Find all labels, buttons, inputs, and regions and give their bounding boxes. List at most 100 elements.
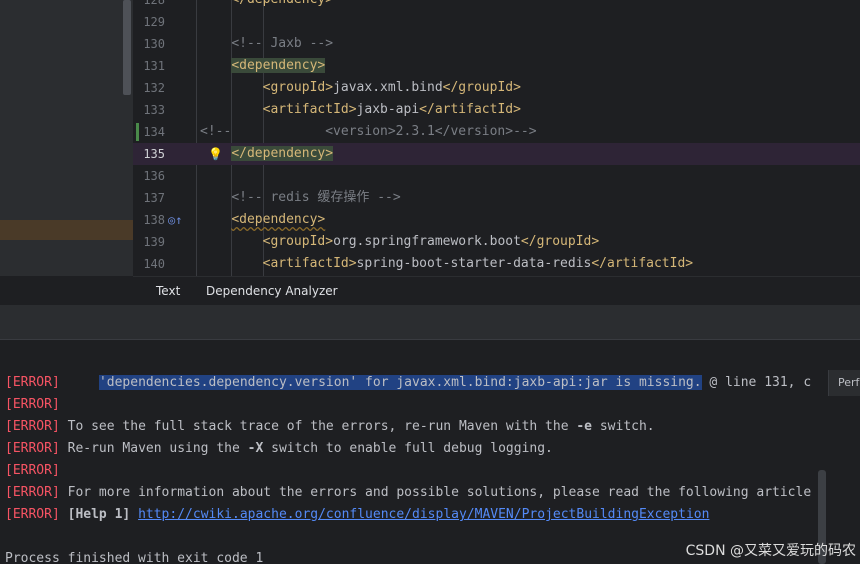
console-text: -e <box>576 419 593 434</box>
editor-bottom-tabs: Text Dependency Analyzer <box>133 276 860 307</box>
tab-text[interactable]: Text <box>144 277 193 307</box>
console-line: [ERROR] 'dependencies.dependency.version… <box>5 372 811 394</box>
code-text: <!-- <version>2.3.1</version>--> <box>200 121 537 143</box>
run-console-output[interactable]: [ERROR] 'dependencies.dependency.version… <box>0 340 860 564</box>
code-line[interactable]: 138 ◎↑ <dependency> <box>133 209 860 231</box>
tab-dependency-analyzer[interactable]: Dependency Analyzer <box>194 277 350 305</box>
error-tag: [ERROR] <box>5 507 60 522</box>
code-text: <artifactId>jaxb-api</artifactId> <box>200 99 521 121</box>
console-text: [Help 1] <box>67 507 131 522</box>
console-text: For more information about the errors an… <box>59 485 812 500</box>
error-tag: [ERROR] <box>5 463 60 478</box>
line-number: 133 <box>143 103 165 117</box>
code-token: <artifactId> <box>262 256 357 271</box>
code-line[interactable]: 131 <dependency> <box>133 55 860 77</box>
error-tag: [ERROR] <box>5 419 60 434</box>
console-line: [ERROR] <box>5 394 60 416</box>
line-number: 129 <box>143 15 165 29</box>
code-token: <groupId> <box>262 80 334 95</box>
code-line[interactable]: 140 <artifactId>spring-boot-starter-data… <box>133 253 860 275</box>
console-text: @ line 131, c <box>701 375 812 390</box>
line-number: 139 <box>143 235 165 249</box>
tool-window-header <box>0 305 860 340</box>
error-tag: [ERROR] <box>5 485 60 500</box>
code-text: <groupId>org.springframework.boot</group… <box>200 231 600 253</box>
line-number: 128 <box>143 0 165 7</box>
code-text: <dependency> <box>200 209 325 231</box>
code-line[interactable]: 130 <!-- Jaxb --> <box>133 33 860 55</box>
code-token: </groupId> <box>520 234 600 249</box>
console-line: [ERROR] Re-run Maven using the -X switch… <box>5 438 553 460</box>
vcs-change-marker[interactable] <box>136 123 139 141</box>
code-token: </dependency> <box>231 0 333 7</box>
watermark: CSDN @又菜又爱玩的码农 <box>685 543 856 559</box>
code-line[interactable]: 128 </dependency> <box>133 0 860 11</box>
error-tag: [ERROR] <box>5 397 60 412</box>
navigate-up-icon[interactable]: ◎↑ <box>168 211 182 229</box>
console-text: Process finished with exit code 1 <box>5 551 264 564</box>
line-number: 131 <box>143 59 165 73</box>
code-line[interactable]: 136 <box>133 165 860 187</box>
help-link[interactable]: http://cwiki.apache.org/confluence/displ… <box>138 507 709 522</box>
line-number: 138 <box>143 213 165 227</box>
line-number: 135 <box>143 147 165 161</box>
project-panel-scrollbar[interactable] <box>123 0 131 95</box>
line-number: 136 <box>143 169 165 183</box>
code-text: <groupId>javax.xml.bind</groupId> <box>200 77 521 99</box>
code-text: <!-- Jaxb --> <box>200 33 333 55</box>
code-line[interactable]: 137 <!-- redis 缓存操作 --> <box>133 187 860 209</box>
error-tag: [ERROR] <box>5 441 60 456</box>
error-tag: [ERROR] <box>5 375 60 390</box>
code-token: javax.xml.bind <box>333 80 443 95</box>
code-token: </groupId> <box>442 80 521 95</box>
side-panel-tab[interactable]: Perf <box>828 370 860 396</box>
code-editor[interactable]: 128 </dependency>129130 <!-- Jaxb -->131… <box>133 0 860 276</box>
code-token: </artifactId> <box>591 256 694 271</box>
code-token: <!-- Jaxb --> <box>231 36 334 51</box>
code-line[interactable]: 135 💡 </dependency> <box>133 143 860 165</box>
project-panel-selection <box>0 220 133 240</box>
code-text: <!-- redis 缓存操作 --> <box>200 187 401 209</box>
code-token: <version>2.3.1</version>--> <box>231 124 537 139</box>
console-line: [ERROR] For more information about the e… <box>5 482 811 504</box>
code-line[interactable]: 134 <!-- <version>2.3.1</version>--> <box>133 121 860 143</box>
console-line: Process finished with exit code 1 <box>5 548 263 564</box>
line-number: 130 <box>143 37 165 51</box>
code-token: <!-- redis 缓存操作 --> <box>231 190 401 205</box>
code-text: <dependency> <box>200 55 326 77</box>
code-line[interactable]: 129 <box>133 11 860 33</box>
code-token: </artifactId> <box>419 102 521 117</box>
console-text: To see the full stack trace of the error… <box>59 419 577 434</box>
console-text: -X <box>247 441 264 456</box>
console-text: 'dependencies.dependency.version' for ja… <box>98 375 702 390</box>
code-token: <dependency> <box>231 58 326 73</box>
code-line[interactable]: 139 <groupId>org.springframework.boot</g… <box>133 231 860 253</box>
code-token: <artifactId> <box>262 102 357 117</box>
code-token: org.springframework.boot <box>333 234 521 249</box>
line-number: 140 <box>143 257 165 271</box>
code-token: spring-boot-starter-data-redis <box>356 256 592 271</box>
code-line[interactable]: 132 <groupId>javax.xml.bind</groupId> <box>133 77 860 99</box>
console-text: Re-run Maven using the <box>59 441 248 456</box>
code-text: </dependency> <box>200 143 334 165</box>
code-text: <artifactId>spring-boot-starter-data-red… <box>200 253 693 275</box>
code-token: <!-- <box>200 124 232 139</box>
console-line: [ERROR] To see the full stack trace of t… <box>5 416 655 438</box>
project-panel-strip <box>0 0 133 276</box>
code-line[interactable]: 133 <artifactId>jaxb-api</artifactId> <box>133 99 860 121</box>
code-text: </dependency> <box>200 0 333 11</box>
console-line: [ERROR] <box>5 460 60 482</box>
